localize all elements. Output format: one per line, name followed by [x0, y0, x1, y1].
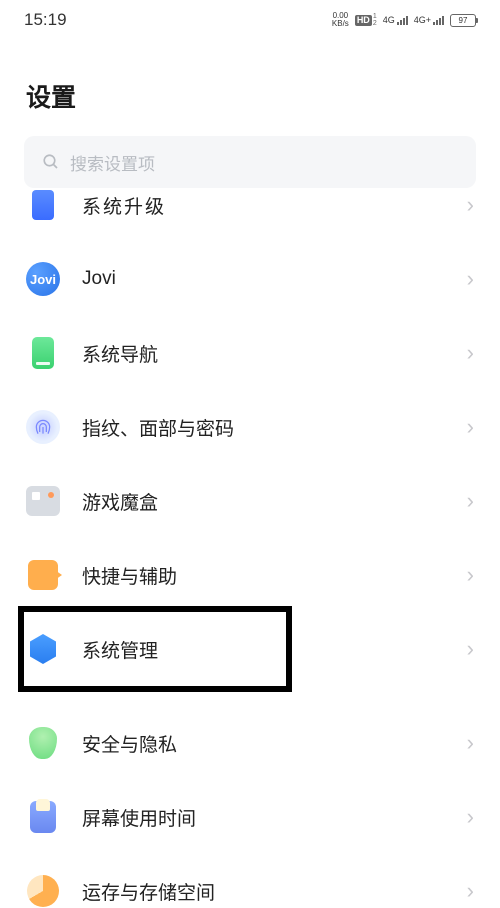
row-label: 系统升级 [82, 192, 459, 219]
row-security-privacy[interactable]: 安全与隐私 › [0, 706, 500, 780]
search-placeholder: 搜索设置项 [70, 150, 155, 175]
storage-icon [26, 874, 60, 908]
row-game-box[interactable]: 游戏魔盒 › [0, 464, 500, 538]
row-label: 游戏魔盒 [82, 488, 459, 515]
page-title: 设置 [0, 40, 500, 136]
shield-icon [26, 726, 60, 760]
jovi-icon: Jovi [26, 262, 60, 296]
status-time: 15:19 [24, 10, 67, 30]
signal-2-icon: 4G+ [414, 15, 444, 25]
gamepad-icon [26, 484, 60, 518]
settings-list: 系统升级 › Jovi Jovi › 系统导航 › 指纹、面部与密码 › 游戏魔… [0, 188, 500, 908]
chevron-right-icon: › [467, 414, 474, 440]
row-system-nav[interactable]: 系统导航 › [0, 316, 500, 390]
chevron-right-icon: › [467, 488, 474, 514]
section-divider [0, 686, 500, 706]
chevron-right-icon: › [467, 804, 474, 830]
row-system-upgrade[interactable]: 系统升级 › [0, 188, 500, 242]
row-label: 屏幕使用时间 [82, 804, 459, 831]
chevron-right-icon: › [467, 636, 474, 662]
system-upgrade-icon [26, 188, 60, 222]
nav-icon [26, 336, 60, 370]
hd-icon: HD 12 [355, 13, 377, 27]
row-label: 快捷与辅助 [82, 562, 459, 589]
battery-icon: 97 [450, 14, 476, 27]
chevron-right-icon: › [467, 562, 474, 588]
chevron-right-icon: › [467, 340, 474, 366]
chevron-right-icon: › [467, 192, 474, 218]
row-system-manage[interactable]: 系统管理 › [0, 612, 500, 686]
row-fingerprint[interactable]: 指纹、面部与密码 › [0, 390, 500, 464]
hexagon-icon [26, 632, 60, 666]
row-screen-time[interactable]: 屏幕使用时间 › [0, 780, 500, 854]
search-input[interactable]: 搜索设置项 [24, 136, 476, 188]
row-storage[interactable]: 运存与存储空间 › [0, 854, 500, 908]
chevron-right-icon: › [467, 730, 474, 756]
signal-1-icon: 4G [383, 15, 408, 25]
arrow-icon [26, 558, 60, 592]
row-label: 指纹、面部与密码 [82, 414, 459, 441]
status-bar: 15:19 0.00 KB/s HD 12 4G 4G+ 97 [0, 0, 500, 40]
row-label: 安全与隐私 [82, 730, 459, 757]
row-quick-assist[interactable]: 快捷与辅助 › [0, 538, 500, 612]
chevron-right-icon: › [467, 266, 474, 292]
screen-time-icon [26, 800, 60, 834]
row-label: 运存与存储空间 [82, 878, 459, 905]
row-label: Jovi [82, 268, 459, 290]
search-icon [42, 153, 60, 171]
row-jovi[interactable]: Jovi Jovi › [0, 242, 500, 316]
row-label: 系统管理 [82, 636, 459, 663]
row-label: 系统导航 [82, 340, 459, 367]
fingerprint-icon [26, 410, 60, 444]
network-speed-icon: 0.00 KB/s [332, 12, 349, 28]
chevron-right-icon: › [467, 878, 474, 904]
status-indicators: 0.00 KB/s HD 12 4G 4G+ 97 [332, 12, 476, 28]
